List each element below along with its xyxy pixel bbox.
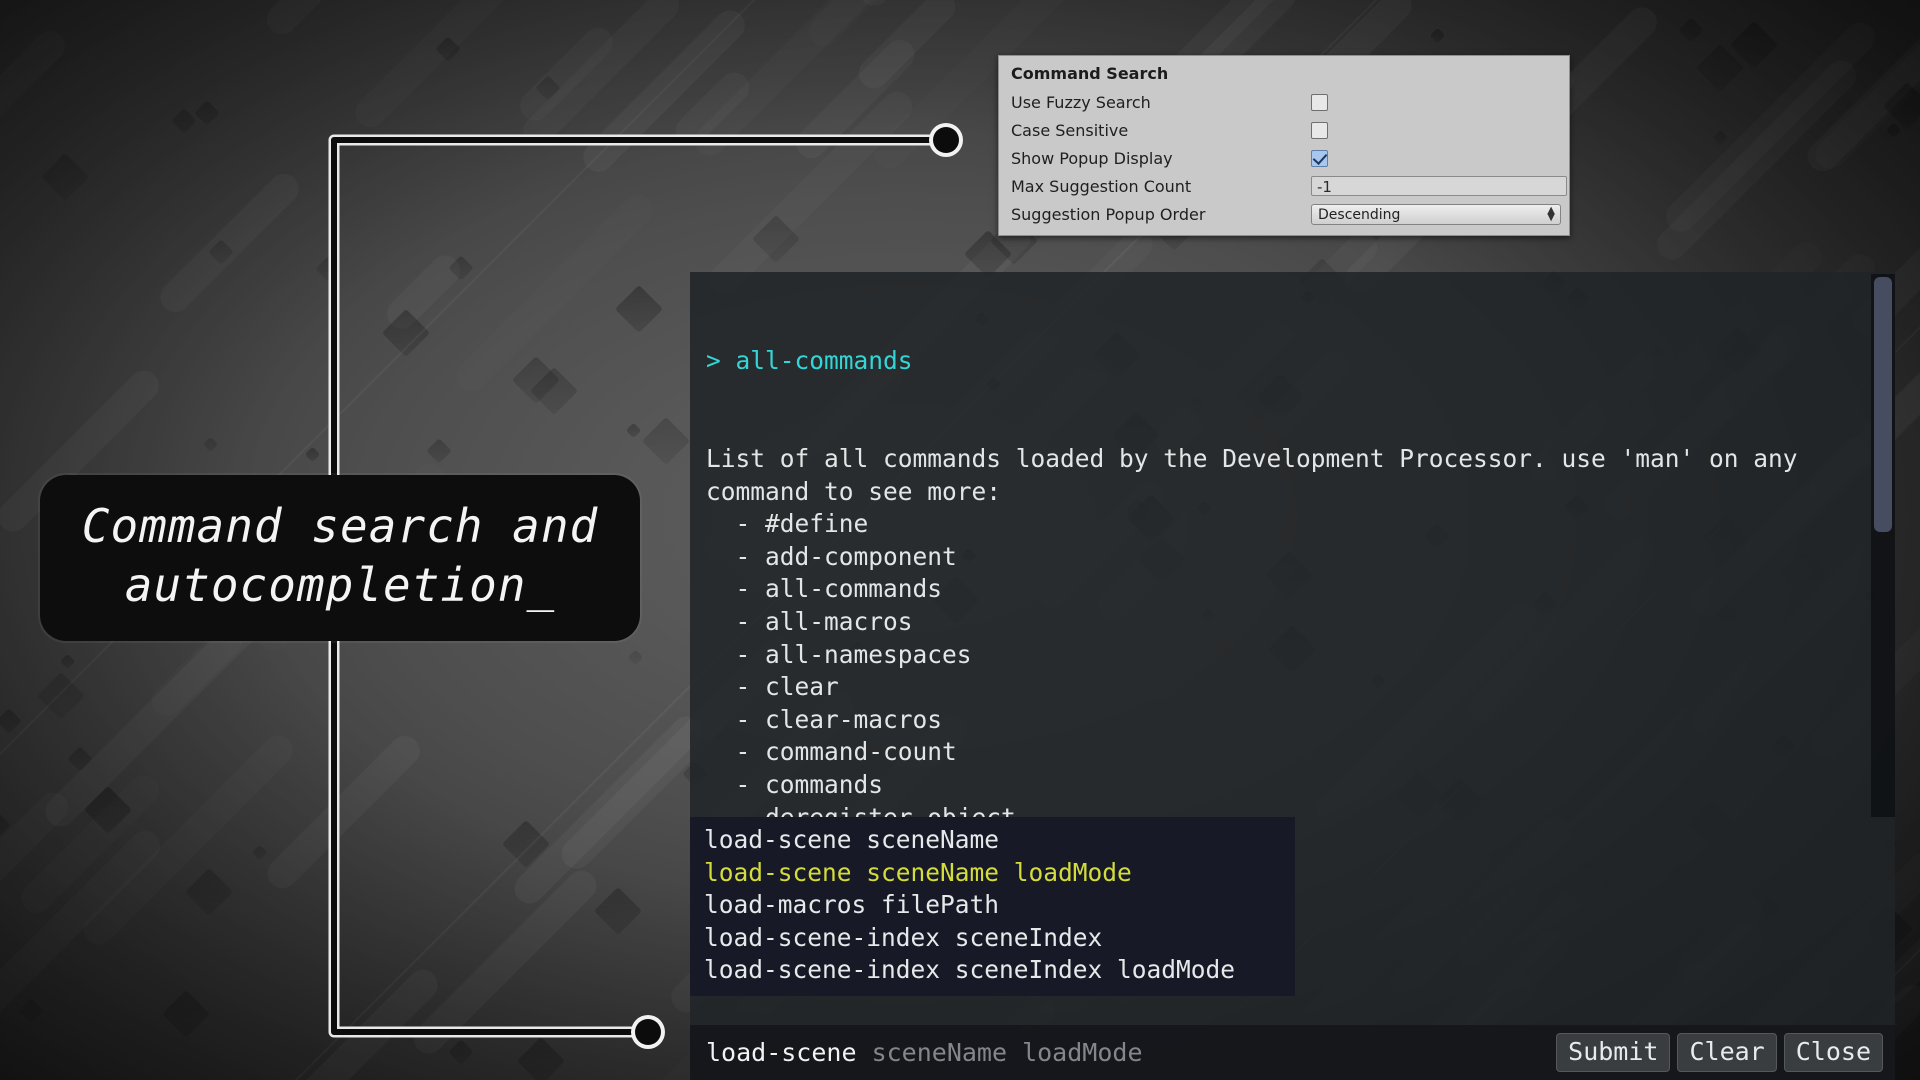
max-suggestion-count-input[interactable]: -1 bbox=[1311, 176, 1567, 196]
suggestion-popup-order-dropdown[interactable]: Descending ▲▼ bbox=[1311, 204, 1561, 225]
developer-console: > all-commands List of all commands load… bbox=[690, 272, 1895, 1080]
setting-row-max-suggestion-count: Max Suggestion Count -1 bbox=[999, 172, 1569, 200]
console-output-line: - add-component bbox=[706, 541, 1879, 574]
console-output-line: - deregister-object bbox=[706, 802, 1879, 818]
console-scrollbar[interactable] bbox=[1871, 274, 1895, 817]
suggestion-item[interactable]: load-scene sceneName bbox=[690, 824, 1295, 857]
use-fuzzy-search-checkbox[interactable] bbox=[1311, 94, 1328, 111]
setting-label: Show Popup Display bbox=[1011, 149, 1311, 168]
show-popup-display-checkbox[interactable] bbox=[1311, 150, 1328, 167]
console-output-lines: List of all commands loaded by the Devel… bbox=[706, 443, 1879, 817]
console-output-line: - #define bbox=[706, 508, 1879, 541]
command-search-panel: Command Search Use Fuzzy Search Case Sen… bbox=[998, 55, 1570, 236]
echoed-command-text: all-commands bbox=[736, 346, 913, 375]
command-search-title: Command Search bbox=[999, 61, 1569, 88]
console-output-line: - command-count bbox=[706, 736, 1879, 769]
console-button-group: Submit Clear Close bbox=[1556, 1033, 1895, 1072]
annotation-caption-text: Command search and autocompletion_ bbox=[66, 497, 614, 615]
screenshot-root: Command search and autocompletion_ Comma… bbox=[0, 0, 1920, 1080]
setting-label: Suggestion Popup Order bbox=[1011, 205, 1311, 224]
console-output-line: - clear bbox=[706, 671, 1879, 704]
setting-label: Max Suggestion Count bbox=[1011, 177, 1311, 196]
autocomplete-suggestion-popup[interactable]: load-scene sceneNameload-scene sceneName… bbox=[690, 817, 1295, 996]
dropdown-value: Descending bbox=[1318, 207, 1400, 223]
input-ghost-completion: sceneName loadMode bbox=[857, 1038, 1143, 1067]
console-output-line: - clear-macros bbox=[706, 704, 1879, 737]
console-output-line: - all-commands bbox=[706, 573, 1879, 606]
clear-button[interactable]: Clear bbox=[1677, 1033, 1776, 1072]
input-typed-text: load-scene bbox=[706, 1038, 857, 1067]
setting-row-case-sensitive: Case Sensitive bbox=[999, 116, 1569, 144]
console-output: > all-commands List of all commands load… bbox=[690, 272, 1895, 817]
console-echoed-command: > all-commands bbox=[706, 345, 1879, 378]
close-button[interactable]: Close bbox=[1784, 1033, 1883, 1072]
suggestion-item[interactable]: load-macros filePath bbox=[690, 889, 1295, 922]
console-output-line: List of all commands loaded by the Devel… bbox=[706, 443, 1879, 476]
case-sensitive-checkbox[interactable] bbox=[1311, 122, 1328, 139]
chevron-updown-icon: ▲▼ bbox=[1547, 207, 1555, 221]
console-output-line: - all-namespaces bbox=[706, 639, 1879, 672]
suggestion-item[interactable]: load-scene-index sceneIndex loadMode bbox=[690, 954, 1295, 987]
submit-button[interactable]: Submit bbox=[1556, 1033, 1670, 1072]
console-output-line: - commands bbox=[706, 769, 1879, 802]
console-output-line: - all-macros bbox=[706, 606, 1879, 639]
console-input-bar: load-scene sceneName loadMode Submit Cle… bbox=[690, 1025, 1895, 1080]
setting-row-show-popup-display: Show Popup Display bbox=[999, 144, 1569, 172]
setting-row-use-fuzzy-search: Use Fuzzy Search bbox=[999, 88, 1569, 116]
console-output-line: command to see more: bbox=[706, 476, 1879, 509]
suggestion-item[interactable]: load-scene-index sceneIndex bbox=[690, 922, 1295, 955]
setting-label: Case Sensitive bbox=[1011, 121, 1311, 140]
annotation-caption: Command search and autocompletion_ bbox=[40, 475, 640, 641]
setting-row-suggestion-popup-order: Suggestion Popup Order Descending ▲▼ bbox=[999, 200, 1569, 228]
console-scrollbar-thumb[interactable] bbox=[1874, 277, 1892, 532]
suggestion-item[interactable]: load-scene sceneName loadMode bbox=[690, 857, 1295, 890]
console-command-input[interactable]: load-scene sceneName loadMode bbox=[690, 1025, 1556, 1080]
setting-label: Use Fuzzy Search bbox=[1011, 93, 1311, 112]
prompt-symbol: > bbox=[706, 346, 721, 375]
